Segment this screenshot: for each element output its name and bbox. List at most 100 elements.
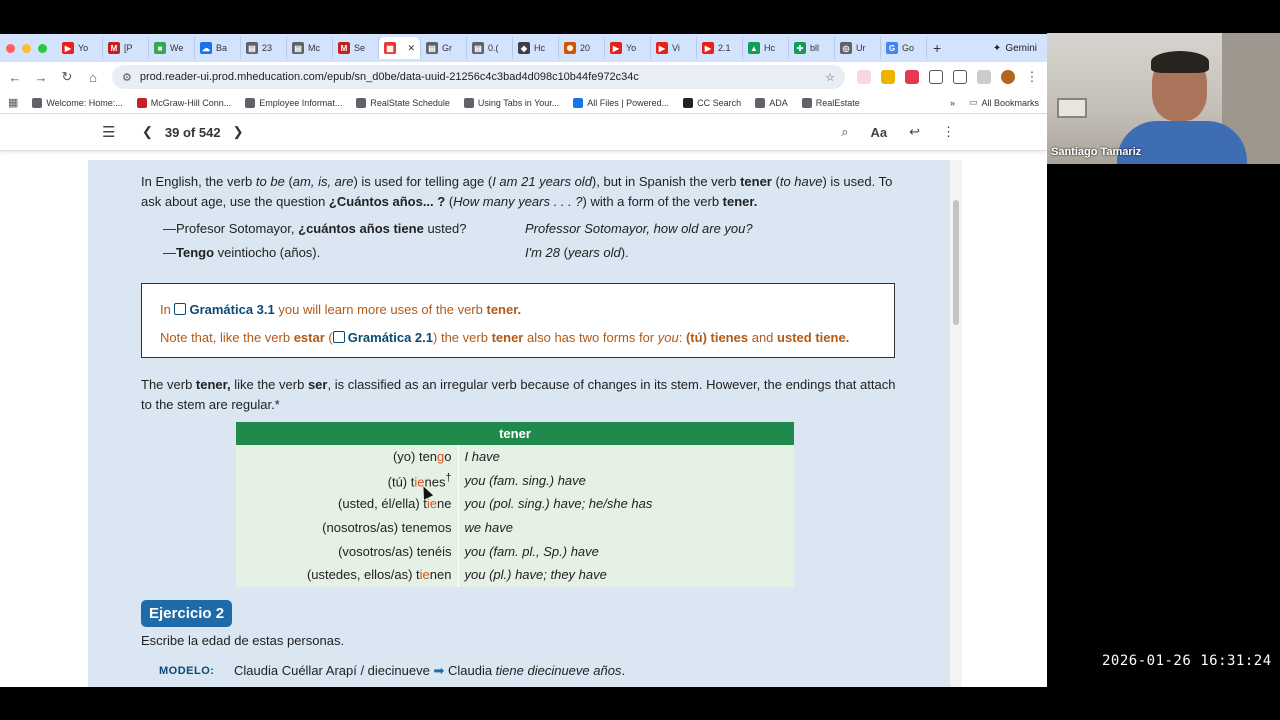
english-meaning-cell: you (fam. sing.) have [458, 468, 794, 493]
side-panel-icon[interactable] [953, 70, 967, 84]
bookmarks-bar: ▦ Welcome: Home:... McGraw-Hill Conn... Em… [0, 92, 1047, 114]
note-text: In [160, 302, 171, 317]
note-text: ) the verb [433, 330, 488, 345]
close-tab-icon[interactable]: ✕ [407, 43, 415, 54]
browser-tab[interactable]: ▤ Mc [287, 37, 333, 59]
bookmark-item[interactable]: McGraw-Hill Conn... [136, 97, 231, 108]
tab-label: Hc [764, 43, 775, 53]
new-tab-button[interactable]: + [933, 40, 941, 56]
browser-tab[interactable]: ✚ bll [789, 37, 835, 59]
search-icon[interactable]: ⌕ [841, 124, 848, 140]
browser-tab[interactable]: ▶ 2.1 [697, 37, 743, 59]
note-text: Note that, like the verb [160, 330, 291, 345]
more-bookmarks-icon[interactable]: » [950, 98, 955, 108]
forward-icon[interactable]: → [34, 70, 48, 85]
browser-tab[interactable]: ▤ Gr [421, 37, 467, 59]
url-bar[interactable]: ⚙ prod.reader-ui.prod.mheducation.com/ep… [112, 65, 845, 89]
browser-tab[interactable]: ■ We [149, 37, 195, 59]
note-text: and [751, 330, 774, 345]
minimize-window-button[interactable] [22, 43, 31, 53]
browser-tab[interactable]: ▶ Yo [57, 37, 103, 59]
all-bookmarks-folder[interactable]: ▭ All Bookmarks [969, 97, 1039, 108]
bookmark-label: Welcome: Home:... [46, 97, 123, 108]
bookmark-label: All Files | Powered... [587, 97, 670, 108]
previous-page-icon[interactable]: ❮ [142, 124, 153, 140]
verb-estar: estar [293, 330, 325, 345]
browser-tab[interactable]: M Se [333, 37, 379, 59]
tab-label: We [170, 43, 184, 53]
bookmark-item[interactable]: Using Tabs in Your... [463, 97, 559, 108]
external-link-icon [332, 331, 345, 343]
tab-favicon-icon: ■ [154, 42, 166, 54]
note-line-1: In Gramática 3.1 you will learn more use… [160, 296, 876, 324]
back-icon[interactable]: ← [8, 70, 22, 85]
next-page-icon[interactable]: ❯ [233, 124, 244, 140]
browser-tab[interactable]: ▲ Hc [743, 37, 789, 59]
browser-tab[interactable]: ▦ ✕ [379, 37, 421, 59]
tab-favicon-icon: ▤ [246, 42, 258, 54]
bookmark-label: Employee Informat... [259, 97, 343, 108]
tab-favicon-icon: ▲ [748, 42, 760, 54]
home-icon[interactable]: ⌂ [86, 70, 100, 85]
window-controls [6, 43, 47, 53]
bookmark-label: ADA [769, 97, 788, 108]
gramatica-3-1-link[interactable]: Gramática 3.1 [174, 302, 275, 317]
profile-avatar[interactable] [1001, 70, 1015, 84]
menu-dots-icon[interactable]: ⋮ [1025, 69, 1039, 85]
table-header: tener [236, 422, 794, 445]
reading-list-icon[interactable] [977, 70, 991, 84]
gramatica-2-1-link[interactable]: Gramática 2.1 [332, 330, 433, 345]
browser-tab[interactable]: ☁ Ba [195, 37, 241, 59]
exercise-title: Ejercicio 2 [141, 600, 233, 627]
extension-icon[interactable] [881, 70, 895, 84]
extensions: ⋮ [857, 69, 1039, 85]
scrollbar-thumb[interactable] [953, 200, 959, 325]
participant-hair [1151, 51, 1209, 73]
close-window-button[interactable] [6, 43, 15, 53]
modelo-label: MODELO: [159, 665, 215, 677]
text-size-icon[interactable]: Aa [870, 125, 887, 140]
extensions-puzzle-icon[interactable] [929, 70, 943, 84]
bookmark-star-icon[interactable]: ☆ [825, 71, 835, 84]
extension-icon[interactable] [857, 70, 871, 84]
table-row: (yo) tengo I have [236, 445, 794, 469]
tab-label: 0.( [488, 43, 499, 53]
bookmark-label: RealState Schedule [370, 97, 450, 108]
browser-tab[interactable]: ◎ Ur [835, 37, 881, 59]
extension-icon[interactable] [905, 70, 919, 84]
tab-label: bll [810, 43, 820, 53]
maximize-window-button[interactable] [38, 43, 47, 53]
stem-paragraph: The verb tener, like the verb ser, is cl… [141, 377, 896, 412]
gemini-button[interactable]: ✦ Gemini [993, 43, 1037, 54]
bookmark-item[interactable]: Employee Informat... [245, 97, 343, 108]
tab-strip: ▶ Yo M [P ■ We ☁ Ba ▤ 23 ▤ Mc M Se ▦ ✕ ▤ Gr ▤ 0.(◆ Hc ✺ 20 ▶ Yo ▶… [0, 34, 1047, 62]
site-settings-icon[interactable]: ⚙ [122, 71, 132, 84]
bookmark-item[interactable]: CC Search [683, 97, 741, 108]
browser-tab[interactable]: ▶ Yo [605, 37, 651, 59]
table-of-contents-icon[interactable]: ☰ [102, 123, 115, 141]
participant-name: Santiago Tamariz [1051, 146, 1142, 158]
bookmark-item[interactable]: RealEstate [801, 97, 860, 108]
scrollbar[interactable] [950, 160, 962, 687]
apps-grid-icon[interactable]: ▦ [8, 96, 18, 109]
bookmark-item[interactable]: RealState Schedule [356, 97, 450, 108]
verb-tener: tener. [486, 302, 522, 317]
browser-tab[interactable]: ▶ Vi [651, 37, 697, 59]
return-icon[interactable]: ↩ [909, 124, 920, 140]
bookmark-item[interactable]: Welcome: Home:... [32, 97, 123, 108]
browser-tab[interactable]: G Go [881, 37, 927, 59]
more-options-icon[interactable]: ⋮ [942, 124, 955, 140]
browser-tab[interactable]: ▤ 23 [241, 37, 287, 59]
reload-icon[interactable]: ↻ [60, 69, 74, 85]
bookmark-item[interactable]: All Files | Powered... [573, 97, 670, 108]
browser-tab[interactable]: M [P [103, 37, 149, 59]
tab-favicon-icon: ✺ [564, 42, 576, 54]
tab-favicon-icon: M [338, 42, 350, 54]
browser-tab[interactable]: ✺ 20 [559, 37, 605, 59]
bookmark-item[interactable]: ADA [755, 97, 788, 108]
browser-tab[interactable]: ◆ Hc [513, 37, 559, 59]
tab-favicon-icon: G [886, 42, 898, 54]
browser-tab[interactable]: ▤ 0.( [467, 37, 513, 59]
tab-favicon-icon: ✚ [794, 42, 806, 54]
form-usted-tiene: usted tiene. [777, 330, 850, 345]
